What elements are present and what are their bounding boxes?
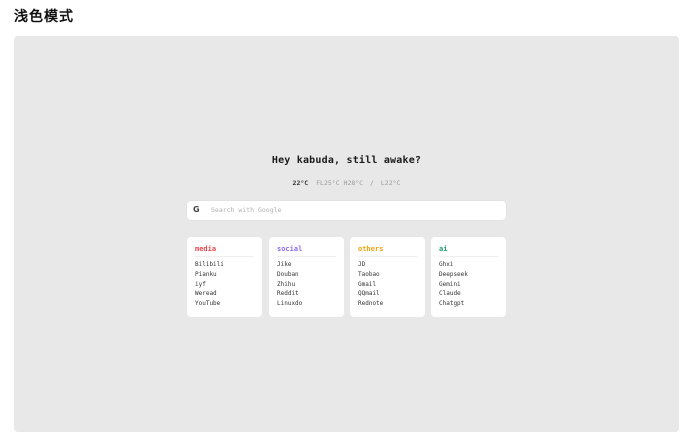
weather-feels-like: FL25°C — [316, 179, 340, 187]
link-item[interactable]: Gemini — [439, 280, 498, 290]
link-group-media: media Bilibili Pianku iyf Weread YouTube — [187, 237, 262, 317]
link-group-title: others — [358, 245, 417, 257]
link-item[interactable]: Deepseek — [439, 270, 498, 280]
link-item[interactable]: Zhihu — [277, 280, 336, 290]
search-input[interactable] — [211, 204, 491, 216]
link-groups: media Bilibili Pianku iyf Weread YouTube… — [187, 237, 507, 319]
link-item[interactable]: Pianku — [195, 270, 254, 280]
link-item[interactable]: Chatgpt — [439, 299, 498, 309]
link-item[interactable]: Weread — [195, 289, 254, 299]
link-group-title: ai — [439, 245, 498, 257]
weather-low: L22°C — [380, 179, 401, 187]
weather-summary: 22°C FL25°C H28°C / L22°C — [14, 179, 679, 187]
link-item[interactable]: Ghxi — [439, 260, 498, 270]
weather-temperature: 22°C — [292, 179, 309, 187]
link-item[interactable]: JD — [358, 260, 417, 270]
link-item[interactable]: iyf — [195, 280, 254, 290]
link-item[interactable]: Jike — [277, 260, 336, 270]
search-bar[interactable]: G — [187, 201, 506, 220]
page-title: 浅色模式 — [14, 9, 74, 25]
link-item[interactable]: Rednote — [358, 299, 417, 309]
link-group-others: others JD Taobao Gmail QQmail Rednote — [350, 237, 425, 317]
link-item[interactable]: Reddit — [277, 289, 336, 299]
weather-separator: / — [370, 179, 374, 187]
link-item[interactable]: YouTube — [195, 299, 254, 309]
link-item[interactable]: QQmail — [358, 289, 417, 299]
google-icon: G — [193, 205, 200, 214]
link-group-social: social Jike Douban Zhihu Reddit Linuxdo — [269, 237, 344, 317]
link-item[interactable]: Linuxdo — [277, 299, 336, 309]
link-group-title: media — [195, 245, 254, 257]
link-item[interactable]: Douban — [277, 270, 336, 280]
link-item[interactable]: Taobao — [358, 270, 417, 280]
link-group-ai: ai Ghxi Deepseek Gemini Claude Chatgpt — [431, 237, 506, 317]
link-item[interactable]: Gmail — [358, 280, 417, 290]
greeting-text: Hey kabuda, still awake? — [271, 155, 422, 166]
link-item[interactable]: Claude — [439, 289, 498, 299]
link-group-title: social — [277, 245, 336, 257]
link-item[interactable]: Bilibili — [195, 260, 254, 270]
light-mode-preview: Hey kabuda, still awake? 22°C FL25°C H28… — [14, 36, 679, 432]
weather-high: H28°C — [343, 179, 364, 187]
